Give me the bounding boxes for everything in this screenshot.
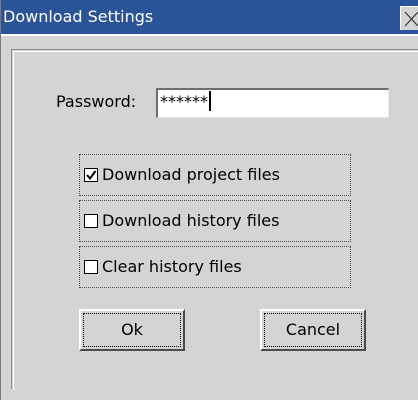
title-bar[interactable]: Download Settings bbox=[1, 0, 418, 34]
download-history-files-label: Download history files bbox=[102, 211, 280, 230]
password-label: Password: bbox=[56, 92, 137, 111]
option-clear-history-files[interactable]: Clear history files bbox=[79, 246, 351, 288]
close-icon bbox=[404, 11, 418, 27]
close-button[interactable] bbox=[400, 6, 418, 30]
checkmark-icon bbox=[86, 170, 97, 181]
ok-button[interactable]: Ok bbox=[79, 309, 185, 351]
password-field[interactable]: ****** bbox=[156, 88, 389, 118]
clear-history-files-checkbox[interactable] bbox=[84, 260, 98, 274]
download-project-files-label: Download project files bbox=[102, 165, 280, 184]
password-masked-text: ****** bbox=[160, 92, 208, 111]
download-settings-dialog: Download Settings Password: ****** Downl… bbox=[0, 0, 418, 400]
title-bar-divider bbox=[1, 34, 418, 36]
clear-history-files-label: Clear history files bbox=[102, 257, 242, 276]
ok-button-label: Ok bbox=[121, 320, 143, 339]
dialog-title: Download Settings bbox=[3, 7, 154, 26]
option-download-history-files[interactable]: Download history files bbox=[79, 200, 351, 242]
download-project-files-checkbox[interactable] bbox=[84, 168, 98, 182]
text-caret bbox=[209, 91, 211, 111]
download-history-files-checkbox[interactable] bbox=[84, 214, 98, 228]
option-download-project-files[interactable]: Download project files bbox=[79, 154, 351, 196]
cancel-button[interactable]: Cancel bbox=[260, 309, 366, 351]
password-value: ****** bbox=[160, 91, 211, 113]
cancel-button-label: Cancel bbox=[285, 320, 341, 339]
